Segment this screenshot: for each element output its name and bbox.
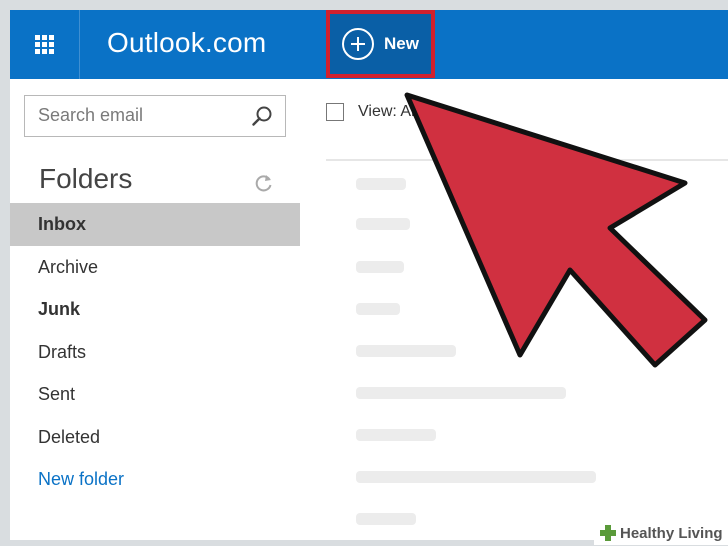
view-filter-row: View: All xyxy=(326,103,418,121)
list-item[interactable] xyxy=(356,513,416,525)
list-item[interactable] xyxy=(356,345,456,357)
list-item[interactable] xyxy=(356,429,436,441)
folder-list: Inbox Archive Junk Drafts Sent Deleted N… xyxy=(10,203,300,501)
folder-item-sent[interactable]: Sent xyxy=(10,373,300,416)
new-folder-link[interactable]: New folder xyxy=(10,458,300,501)
app-title: Outlook.com xyxy=(107,27,267,58)
list-item[interactable] xyxy=(356,471,596,483)
folder-item-deleted[interactable]: Deleted xyxy=(10,416,300,459)
watermark-text: Healthy Living xyxy=(620,524,723,542)
list-item[interactable] xyxy=(356,218,410,230)
healthy-living-logo-icon xyxy=(600,525,616,541)
search-box xyxy=(24,95,286,137)
message-list-pane: View: All xyxy=(300,79,728,540)
folder-item-archive[interactable]: Archive xyxy=(10,246,300,289)
top-bar: Outlook.com New xyxy=(10,10,728,79)
new-button-label: New xyxy=(384,34,419,53)
select-all-checkbox[interactable] xyxy=(326,103,344,121)
list-item[interactable] xyxy=(356,387,566,399)
search-icon[interactable] xyxy=(251,105,273,127)
refresh-icon[interactable] xyxy=(254,173,274,193)
list-item[interactable] xyxy=(356,178,406,190)
plus-circle-icon xyxy=(342,28,374,60)
list-item[interactable] xyxy=(356,303,400,315)
list-item[interactable] xyxy=(356,261,404,273)
folders-heading: Folders xyxy=(39,163,133,194)
folder-sidebar: Folders Inbox Archive Junk Drafts Sent D… xyxy=(10,79,300,540)
view-filter-label[interactable]: View: All xyxy=(358,103,418,121)
outlook-window: Outlook.com New Folders Inbox Archive Ju… xyxy=(10,10,728,540)
new-button[interactable]: New xyxy=(326,10,435,78)
watermark: Healthy Living xyxy=(594,521,728,545)
folder-item-drafts[interactable]: Drafts xyxy=(10,331,300,374)
app-launcher-button[interactable] xyxy=(10,10,80,79)
search-input[interactable] xyxy=(25,96,245,134)
folder-item-inbox[interactable]: Inbox xyxy=(10,203,300,246)
folder-item-junk[interactable]: Junk xyxy=(10,288,300,331)
list-divider xyxy=(326,159,728,161)
waffle-grid-icon xyxy=(35,35,54,54)
